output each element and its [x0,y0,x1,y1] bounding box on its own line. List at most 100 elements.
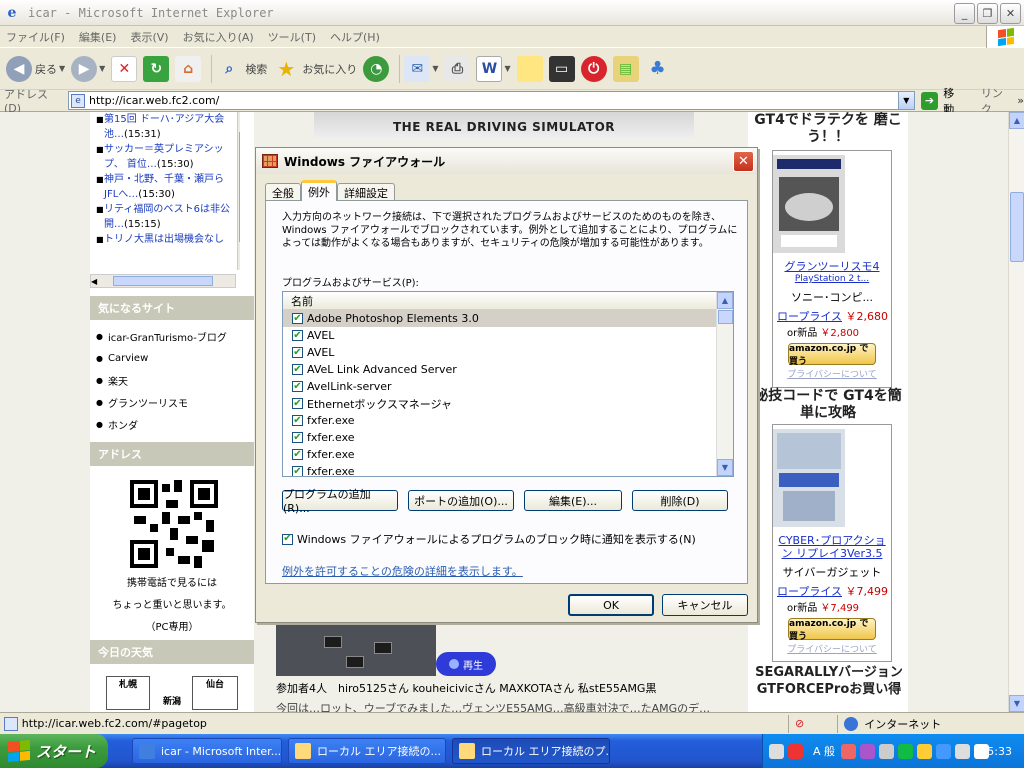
scroll-thumb[interactable] [1010,192,1024,262]
chevron-down-icon[interactable]: ▼ [99,64,105,73]
home-button[interactable]: ⌂ [175,55,202,82]
list-item[interactable]: ● Carview [96,347,246,369]
chevron-left-icon[interactable] [879,743,895,759]
tray-app-icon[interactable] [860,743,876,759]
checkbox[interactable]: ✔ [292,364,303,375]
status-zone-pane[interactable]: インターネット [837,714,1024,733]
news-title[interactable]: リティ福岡のベスト6は非公 開… [104,204,230,230]
link-label[interactable]: グランツーリスモ [108,395,188,410]
checkbox[interactable]: ✔ [292,313,303,324]
chevron-right-icon[interactable]: » [1017,94,1024,107]
back-button[interactable]: ◀ 戻る ▼ [6,55,65,82]
news-title[interactable]: トリノ大黒は出場機会なし [104,232,224,247]
list-item[interactable]: ✔ fxfer.exe [283,412,717,429]
play-button[interactable]: 再生 [436,652,496,676]
add-program-button[interactable]: プログラムの追加(R)... [282,488,398,515]
list-scrollbar[interactable]: ▲ ▼ [716,292,733,476]
notify-option[interactable]: ✔ Windows ファイアウォールによるプログラムのブロック時に通知を表示する… [282,531,696,547]
ime-indicator[interactable]: A 般 [813,743,835,759]
list-item[interactable]: ✔ fxfer.exe [283,446,717,463]
list-item[interactable]: ✔ AVeL Link Advanced Server [283,361,717,378]
taskbar-item-ie[interactable]: icar - Microsoft Inter... [132,738,282,764]
chevron-down-icon[interactable]: ▼ [504,64,510,73]
link-label[interactable]: icar-GranTurismo-ブログ [108,329,227,344]
restore-button[interactable]: ❐ [977,3,998,24]
chevron-left-icon[interactable]: ◀ [91,277,97,286]
product-platform[interactable]: PlayStation 2 t... [773,273,891,285]
cancel-button[interactable]: キャンセル [662,594,748,616]
checkbox[interactable]: ✔ [292,449,303,460]
page-scrollbar[interactable]: ▲ ▼ [1008,112,1024,712]
tray-app-icon[interactable] [917,743,933,759]
checkbox[interactable]: ✔ [292,432,303,443]
power-button[interactable]: ⏻ [580,55,607,82]
video-thumbnail[interactable] [276,624,436,676]
refresh-button[interactable]: ↻ [143,55,170,82]
address-input[interactable]: e http://icar.web.fc2.com/ [67,91,899,110]
discuss-button[interactable] [516,55,543,82]
list-item[interactable]: ✔ Adobe Photoshop Elements 3.0 [283,310,717,327]
privacy-link[interactable]: プライバシーについて [773,642,891,655]
news-hscrollbar[interactable]: ◀ [90,274,236,288]
list-item[interactable]: ● ホンダ [96,413,246,435]
notify-checkbox[interactable]: ✔ [282,533,293,545]
menu-edit[interactable]: 編集(E) [79,29,117,45]
checkbox[interactable]: ✔ [292,398,303,409]
list-item[interactable]: ● 楽天 [96,369,246,391]
list-item[interactable]: ✔ AVEL [283,344,717,361]
ok-button[interactable]: OK [568,594,654,616]
product-image[interactable] [773,429,845,527]
taskbar-item-lan2[interactable]: ローカル エリア接続のプ... [452,738,610,764]
menu-tools[interactable]: ツール(T) [268,29,316,45]
news-title[interactable]: 第15回 ドーハ･アジア大会 池… [104,114,224,140]
list-item[interactable]: ✔ Ethernetボックスマネージャ [283,395,717,412]
tray-app-icon[interactable] [898,743,914,759]
mail-button[interactable]: ✉ ▼ [404,55,438,82]
checkbox[interactable]: ✔ [292,415,303,426]
list-item[interactable]: ✔ fxfer.exe [283,463,717,476]
list-item[interactable]: ✔ AVEL [283,327,717,344]
scroll-up-icon[interactable]: ▲ [1009,112,1024,129]
list-item[interactable]: ■ サッカー＝英プレミアシップ、 首位…(15:30) [90,142,240,172]
amazon-buy-button[interactable]: amazon.co.jp で買う [788,343,876,367]
checkbox[interactable]: ✔ [292,330,303,341]
news-scrollbar[interactable] [237,112,240,270]
list-item[interactable]: ■ 神戸・北野、千葉・瀬戸ら JFLへ…(15:30) [90,172,240,202]
chevron-down-icon[interactable]: ▼ [432,64,438,73]
favorites-button[interactable]: ★ お気に入り [273,56,357,82]
messenger-button[interactable]: ♣ [645,56,671,82]
keyboard-icon[interactable] [769,743,784,759]
checkbox[interactable]: ✔ [292,347,303,358]
delete-button[interactable]: 削除(D) [632,490,728,511]
menu-help[interactable]: ヘルプ(H) [330,29,380,45]
chevron-down-icon[interactable]: ▼ [59,64,65,73]
list-item[interactable]: ■ リティ福岡のベスト6は非公 開…(15:15) [90,202,240,232]
list-item[interactable]: ● グランツーリスモ [96,391,246,413]
link-label[interactable]: ホンダ [108,417,138,432]
list-item[interactable]: ● icar-GranTurismo-ブログ [96,325,246,347]
edit-button[interactable]: W ▼ [476,55,511,82]
minimize-button[interactable]: _ [954,3,975,24]
taskbar-item-lan1[interactable]: ローカル エリア接続の... [288,738,446,764]
menu-view[interactable]: 表示(V) [130,29,168,45]
search-button[interactable]: ⌕ 検索 [216,56,267,82]
tray-app-icon[interactable] [936,743,952,759]
tab-general[interactable]: 全般 [265,183,301,201]
history-button[interactable]: ◔ [363,55,390,82]
link-label[interactable]: Carview [108,353,148,364]
add-port-button[interactable]: ポートの追加(O)... [408,490,514,511]
menu-favorites[interactable]: お気に入り(A) [183,29,254,45]
link-label[interactable]: 楽天 [108,373,128,388]
dialog-close-button[interactable]: ✕ [733,151,754,172]
start-button[interactable]: スタート [0,734,108,768]
clock[interactable]: 15:33 [980,745,1012,758]
menu-file[interactable]: ファイル(F) [6,29,65,45]
tab-advanced[interactable]: 詳細設定 [337,183,395,201]
research-button[interactable]: ▤ [612,55,639,82]
risk-details-link[interactable]: 例外を許可することの危険の詳細を表示します。 [282,563,523,579]
list-item[interactable]: ✔ AvelLink-server [283,378,717,395]
address-url[interactable]: http://icar.web.fc2.com/ [89,94,219,107]
product-title[interactable]: グランツーリスモ4 [773,260,891,273]
product-title[interactable]: CYBER･プロアクション リプレイ3Ver3.5 [773,534,891,560]
list-item[interactable]: ✔ fxfer.exe [283,429,717,446]
